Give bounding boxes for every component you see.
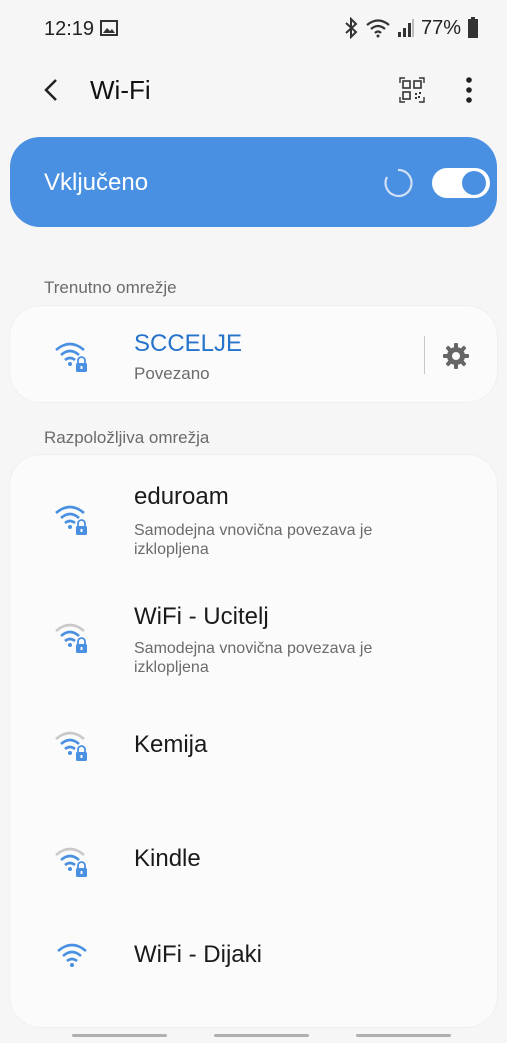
network-row-wifi-ucitelj[interactable]: WiFi - Ucitelj Samodejna vnovična poveza… xyxy=(10,577,497,701)
current-network-section-label: Trenutno omrežje xyxy=(44,278,177,297)
battery-percent: 77% xyxy=(420,16,461,39)
network-name: Kindle xyxy=(134,845,201,872)
wifi-settings-screen: 12:19 77% Wi-Fi Vključeno Trenutno omrež… xyxy=(0,0,507,1043)
nav-home-button[interactable] xyxy=(214,1034,309,1037)
back-button[interactable] xyxy=(36,70,76,110)
navigation-bar xyxy=(0,1030,507,1043)
network-settings-button[interactable] xyxy=(436,336,476,376)
status-icons: 77% xyxy=(343,16,479,40)
available-networks-list: eduroam Samodejna vnovična povezava je i… xyxy=(10,455,497,1027)
wifi-icon xyxy=(57,943,87,967)
nav-back-button[interactable] xyxy=(356,1034,451,1037)
gallery-icon xyxy=(100,20,118,36)
network-row-wifi-dijaki[interactable]: WiFi - Dijaki xyxy=(10,933,497,1023)
network-row-kemija[interactable]: Kemija xyxy=(10,701,497,817)
network-row-kindle[interactable]: Kindle xyxy=(10,817,497,933)
divider xyxy=(424,336,425,374)
wifi-toggle-switch[interactable] xyxy=(432,168,490,198)
status-bar: 12:19 77% xyxy=(0,0,507,56)
nav-recent-button[interactable] xyxy=(72,1034,167,1037)
more-options-button[interactable] xyxy=(454,70,484,110)
wifi-master-toggle-row[interactable]: Vključeno xyxy=(10,137,497,227)
more-vert-icon xyxy=(466,77,472,103)
wifi-lock-icon xyxy=(55,623,87,653)
app-header: Wi-Fi xyxy=(0,60,507,120)
current-network-card[interactable]: SCCELJE Povezano xyxy=(10,306,497,402)
gear-icon xyxy=(443,343,469,369)
network-status-line2: izklopljena xyxy=(134,541,209,558)
network-status-line1: Samodejna vnovična povezava je xyxy=(134,640,373,657)
qr-code-icon xyxy=(399,77,425,103)
available-networks-section-label: Razpoložljiva omrežja xyxy=(44,428,210,447)
current-network-name: SCCELJE xyxy=(134,330,243,357)
network-status-line2: izklopljena xyxy=(134,659,209,676)
network-name: WiFi - Dijaki xyxy=(134,941,262,968)
qr-code-button[interactable] xyxy=(394,72,430,108)
status-time: 12:19 xyxy=(44,18,95,40)
wifi-status-icon xyxy=(366,19,390,38)
network-name: eduroam xyxy=(134,483,229,510)
network-row-eduroam[interactable]: eduroam Samodejna vnovična povezava je i… xyxy=(10,455,497,577)
network-status-line1: Samodejna vnovična povezava je xyxy=(134,522,373,539)
bluetooth-icon xyxy=(345,17,358,39)
current-network-status: Povezano xyxy=(134,364,210,383)
wifi-lock-icon xyxy=(55,342,87,372)
wifi-enabled-label: Vključeno xyxy=(44,169,149,196)
back-icon xyxy=(44,79,57,101)
page-title: Wi-Fi xyxy=(90,75,151,105)
wifi-lock-icon xyxy=(55,847,87,877)
toggle-knob xyxy=(462,171,486,195)
wifi-lock-icon xyxy=(55,731,87,761)
wifi-lock-icon xyxy=(55,505,87,535)
network-name: WiFi - Ucitelj xyxy=(134,603,269,630)
signal-icon xyxy=(397,19,414,37)
network-name: Kemija xyxy=(134,731,208,758)
battery-icon xyxy=(468,17,478,38)
loading-spinner-icon xyxy=(384,168,413,198)
